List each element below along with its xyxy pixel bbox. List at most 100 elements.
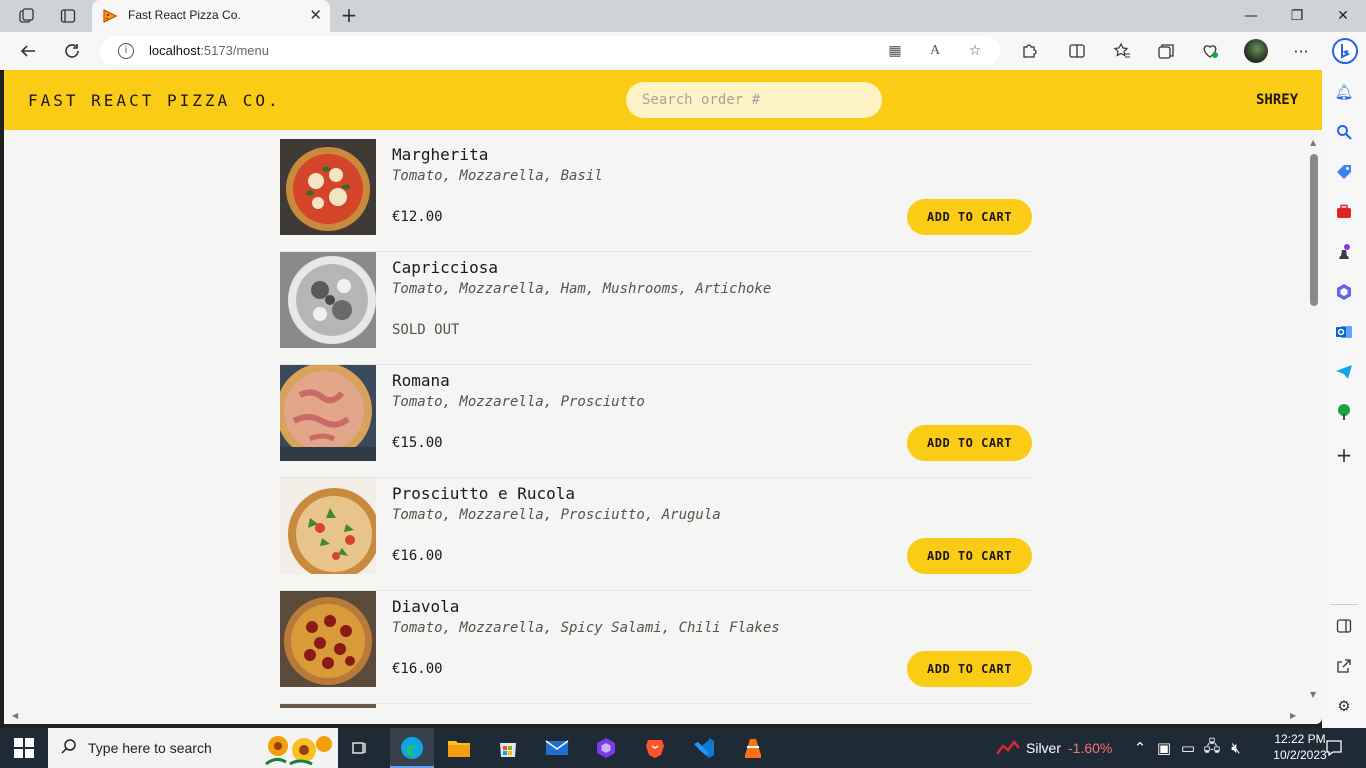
restore-button[interactable]: ❐ bbox=[1274, 4, 1320, 28]
add-to-cart-button[interactable]: ADD TO CART bbox=[907, 199, 1032, 235]
games-icon[interactable] bbox=[1332, 240, 1356, 264]
sold-out-label: SOLD OUT bbox=[392, 322, 460, 338]
open-external-icon[interactable] bbox=[1332, 654, 1356, 678]
username-label: SHREY bbox=[1256, 92, 1299, 108]
vscode-icon[interactable] bbox=[692, 736, 716, 760]
menu-item: Romana Tomato, Mozzarella, Prosciutto €1… bbox=[280, 365, 1032, 478]
item-name: Romana bbox=[392, 371, 450, 390]
hide-sidebar-icon[interactable] bbox=[1332, 614, 1356, 638]
app-header: FAST REACT PIZZA CO. SHREY bbox=[4, 70, 1322, 130]
browser-essentials-icon[interactable] bbox=[1199, 40, 1221, 62]
read-aloud-icon[interactable]: A bbox=[926, 42, 944, 60]
item-name: Capricciosa bbox=[392, 258, 498, 277]
vlc-icon[interactable] bbox=[741, 736, 765, 760]
browser-tab-strip: Fast React Pizza Co. ✕ + — ❐ ✕ bbox=[0, 0, 1366, 32]
camera-icon[interactable]: ▣ bbox=[1152, 736, 1176, 760]
flowers-highlight-icon bbox=[260, 730, 336, 766]
bing-copilot-icon[interactable] bbox=[1332, 38, 1358, 64]
telegram-send-icon[interactable] bbox=[1332, 360, 1356, 384]
notifications-center-icon[interactable] bbox=[1322, 736, 1346, 760]
notifications-bell-icon[interactable]: 🔔︎ bbox=[1332, 80, 1356, 104]
address-url[interactable]: localhost:5173/menu bbox=[149, 43, 269, 58]
volume-muted-icon[interactable]: 🔇︎ bbox=[1224, 736, 1248, 760]
tools-briefcase-icon[interactable] bbox=[1332, 200, 1356, 224]
split-screen-icon[interactable] bbox=[1066, 40, 1088, 62]
windows-start-icon[interactable] bbox=[14, 738, 34, 758]
file-explorer-icon[interactable] bbox=[447, 736, 471, 760]
vertical-scrollbar[interactable]: ▲ ▼ bbox=[1306, 130, 1322, 706]
scroll-up-icon[interactable]: ▲ bbox=[1310, 138, 1316, 147]
sidebar-divider bbox=[1330, 604, 1358, 605]
item-ingredients: Tomato, Mozzarella, Ham, Mushrooms, Arti… bbox=[392, 281, 772, 297]
task-view-icon[interactable] bbox=[348, 736, 372, 760]
browser-toolbar: i localhost:5173/menu ▦ A ☆ ··· bbox=[0, 32, 1366, 70]
favorites-icon[interactable] bbox=[1111, 40, 1133, 62]
pizza-image bbox=[280, 365, 376, 461]
minimize-button[interactable]: — bbox=[1228, 4, 1274, 28]
taskbar-search-label: Type here to search bbox=[88, 740, 212, 756]
show-hidden-icons-chevron-icon[interactable]: ⌃ bbox=[1128, 736, 1152, 760]
back-arrow-icon[interactable] bbox=[17, 40, 39, 62]
scroll-down-icon[interactable]: ▼ bbox=[1310, 690, 1316, 699]
copilot-app-icon[interactable] bbox=[594, 736, 618, 760]
app-available-icon[interactable]: ▦ bbox=[886, 42, 904, 60]
workspaces-icon[interactable] bbox=[16, 6, 38, 26]
item-name: Margherita bbox=[392, 145, 489, 164]
outlook-icon[interactable] bbox=[1332, 320, 1356, 344]
search-icon bbox=[60, 738, 78, 760]
stock-change: -1.60% bbox=[1068, 740, 1113, 756]
tab-title: Fast React Pizza Co. bbox=[128, 8, 241, 22]
item-price: €16.00 bbox=[392, 548, 443, 564]
item-name: Diavola bbox=[392, 597, 460, 616]
menu-item: Capricciosa Tomato, Mozzarella, Ham, Mus… bbox=[280, 252, 1032, 365]
address-bar[interactable]: i localhost:5173/menu ▦ A ☆ bbox=[100, 36, 1000, 66]
refresh-icon[interactable] bbox=[61, 40, 83, 62]
mail-icon[interactable] bbox=[545, 736, 569, 760]
scroll-left-icon[interactable]: ◀ bbox=[12, 711, 18, 720]
app-logo[interactable]: FAST REACT PIZZA CO. bbox=[28, 91, 281, 110]
search-icon[interactable] bbox=[1332, 120, 1356, 144]
item-ingredients: Tomato, Mozzarella, Prosciutto bbox=[392, 394, 645, 410]
tree-icon[interactable] bbox=[1332, 400, 1356, 424]
extensions-icon[interactable] bbox=[1018, 40, 1040, 62]
edge-sidebar: 🔔︎ + ⚙ bbox=[1322, 70, 1366, 728]
menu-item: Margherita Tomato, Mozzarella, Basil €12… bbox=[280, 139, 1032, 252]
collections-icon[interactable] bbox=[1155, 40, 1177, 62]
favorite-star-icon[interactable]: ☆ bbox=[966, 42, 984, 60]
close-tab-icon[interactable]: ✕ bbox=[309, 6, 322, 24]
item-ingredients: Tomato, Mozzarella, Basil bbox=[392, 168, 603, 184]
scrollbar-thumb[interactable] bbox=[1310, 154, 1318, 306]
add-sidebar-app-icon[interactable]: + bbox=[1332, 443, 1356, 467]
item-price: €15.00 bbox=[392, 435, 443, 451]
profile-avatar[interactable] bbox=[1244, 39, 1268, 63]
add-to-cart-button[interactable]: ADD TO CART bbox=[907, 425, 1032, 461]
pizza-favicon-icon bbox=[103, 9, 118, 23]
stock-name[interactable]: Silver bbox=[1026, 740, 1061, 756]
item-price: €16.00 bbox=[392, 661, 443, 677]
order-search-input[interactable] bbox=[626, 82, 882, 118]
network-icon[interactable]: 🖧 bbox=[1200, 736, 1224, 760]
pizza-image bbox=[280, 591, 376, 687]
system-clock[interactable]: 12:22 PM 10/2/2023 bbox=[1270, 731, 1330, 763]
scroll-right-icon[interactable]: ▶ bbox=[1290, 711, 1296, 720]
microsoft-store-icon[interactable] bbox=[496, 736, 520, 760]
tab-actions-icon[interactable] bbox=[57, 6, 79, 26]
close-window-button[interactable]: ✕ bbox=[1320, 4, 1366, 28]
taskbar-search-box[interactable]: Type here to search bbox=[48, 728, 338, 768]
active-tab[interactable]: Fast React Pizza Co. ✕ bbox=[92, 0, 330, 32]
item-ingredients: Tomato, Mozzarella, Prosciutto, Arugula bbox=[392, 507, 721, 523]
site-info-icon[interactable]: i bbox=[118, 43, 134, 59]
battery-icon[interactable]: ▭ bbox=[1176, 736, 1200, 760]
pizza-image bbox=[280, 139, 376, 235]
new-tab-button[interactable]: + bbox=[338, 4, 360, 26]
brave-browser-icon[interactable] bbox=[643, 736, 667, 760]
more-menu-icon[interactable]: ··· bbox=[1290, 40, 1312, 62]
add-to-cart-button[interactable]: ADD TO CART bbox=[907, 651, 1032, 687]
stock-chart-icon[interactable] bbox=[996, 739, 1020, 760]
microsoft-365-icon[interactable] bbox=[1332, 280, 1356, 304]
shopping-tag-icon[interactable] bbox=[1332, 160, 1356, 184]
taskbar-edge-active[interactable] bbox=[390, 728, 434, 768]
settings-gear-icon[interactable]: ⚙ bbox=[1332, 694, 1356, 718]
horizontal-scrollbar[interactable]: ◀ ▶ bbox=[4, 708, 1306, 724]
add-to-cart-button[interactable]: ADD TO CART bbox=[907, 538, 1032, 574]
